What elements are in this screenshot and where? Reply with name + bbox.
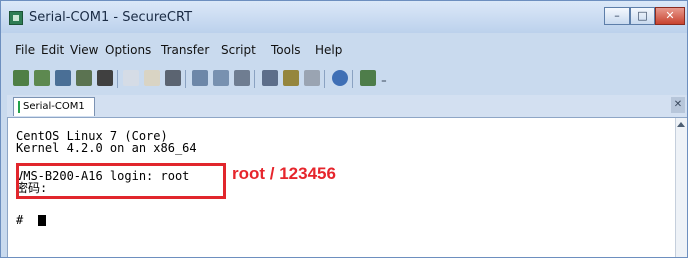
terminal-line: # bbox=[16, 213, 31, 227]
print-preview-icon[interactable] bbox=[213, 70, 229, 86]
tab-label: Serial-COM1 bbox=[23, 101, 85, 112]
tab-close-button[interactable]: ✕ bbox=[671, 97, 685, 113]
sftp-icon[interactable] bbox=[360, 70, 376, 86]
annotation-highlight-box bbox=[16, 163, 226, 199]
keymap-icon[interactable] bbox=[283, 70, 299, 86]
toolbar-separator bbox=[352, 70, 353, 88]
toolbar: ₌ bbox=[1, 65, 687, 93]
menu-options[interactable]: Options bbox=[105, 43, 151, 57]
vertical-scrollbar[interactable] bbox=[675, 118, 687, 257]
print-screen-icon[interactable] bbox=[234, 70, 250, 86]
menu-help[interactable]: Help bbox=[315, 43, 342, 57]
menu-edit[interactable]: Edit bbox=[41, 43, 64, 57]
window-title: Serial-COM1 - SecureCRT bbox=[29, 10, 193, 25]
tab-serial-com1[interactable]: Serial-COM1 bbox=[13, 97, 95, 116]
paste-icon[interactable] bbox=[144, 70, 160, 86]
menu-tools[interactable]: Tools bbox=[271, 43, 301, 57]
scroll-up-icon[interactable] bbox=[677, 122, 685, 127]
menu-bar: File Edit View Options Transfer Script T… bbox=[1, 40, 687, 62]
help-icon[interactable] bbox=[304, 70, 320, 86]
toolbar-separator bbox=[254, 70, 255, 88]
session-options-icon[interactable] bbox=[262, 70, 278, 86]
connect-icon[interactable] bbox=[13, 70, 29, 86]
terminal-output[interactable]: CentOS Linux 7 (Core) Kernel 4.2.0 on an… bbox=[7, 118, 676, 257]
connect-in-tab-icon[interactable] bbox=[55, 70, 71, 86]
securecrt-app-icon[interactable] bbox=[9, 11, 23, 25]
toolbar-separator bbox=[117, 70, 118, 88]
terminal-cursor bbox=[38, 215, 46, 226]
tab-status-indicator bbox=[18, 101, 20, 113]
menu-file[interactable]: File bbox=[15, 43, 35, 57]
menu-transfer[interactable]: Transfer bbox=[161, 43, 209, 57]
toolbar-separator bbox=[324, 70, 325, 88]
menu-script[interactable]: Script bbox=[221, 43, 256, 57]
maximize-button[interactable]: □ bbox=[630, 7, 655, 25]
annotation-credentials: root / 123456 bbox=[232, 164, 336, 183]
securecrt-window: Serial-COM1 - SecureCRT – □ ✕ File Edit … bbox=[0, 0, 688, 258]
title-bar[interactable]: Serial-COM1 - SecureCRT – □ ✕ bbox=[1, 1, 687, 33]
tab-strip: Serial-COM1 bbox=[7, 95, 687, 118]
find-icon[interactable] bbox=[165, 70, 181, 86]
quick-connect-icon[interactable] bbox=[34, 70, 50, 86]
reconnect-icon[interactable] bbox=[76, 70, 92, 86]
close-button[interactable]: ✕ bbox=[655, 7, 685, 25]
minimize-button[interactable]: – bbox=[604, 7, 630, 25]
terminal-line: Kernel 4.2.0 on an x86_64 bbox=[16, 141, 197, 155]
toolbar-overflow-icon[interactable]: ₌ bbox=[381, 73, 387, 86]
print-icon[interactable] bbox=[192, 70, 208, 86]
disconnect-icon[interactable] bbox=[97, 70, 113, 86]
menu-view[interactable]: View bbox=[70, 43, 98, 57]
about-icon[interactable] bbox=[332, 70, 348, 86]
toolbar-separator bbox=[185, 70, 186, 88]
copy-icon[interactable] bbox=[123, 70, 139, 86]
